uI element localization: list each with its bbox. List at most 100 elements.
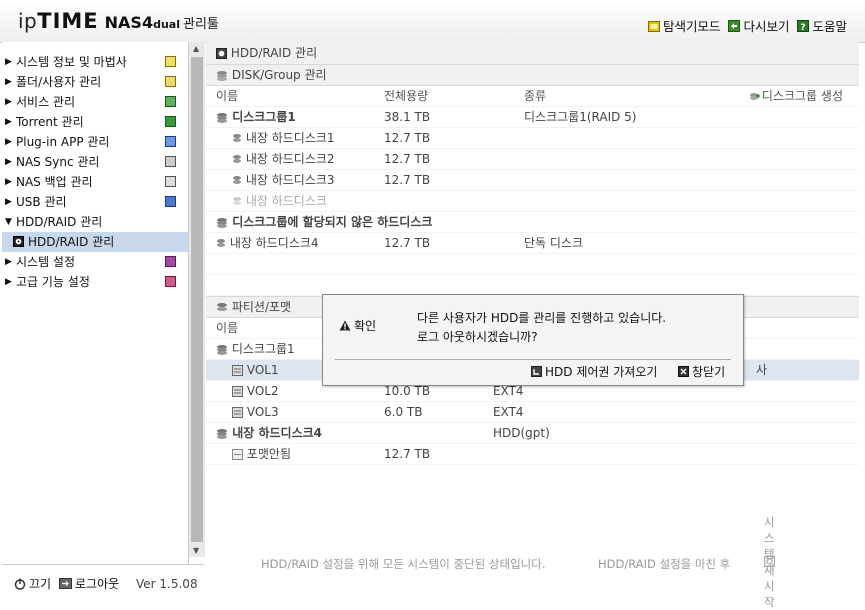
row-name: 디스크그룹에 할당되지 않은 하드디스크 <box>232 215 433 229</box>
hdd-icon <box>216 48 227 59</box>
table-row[interactable]: 내장 하드디스크2 12.7 TB <box>206 149 859 170</box>
sidebar-scrollbar[interactable]: ▲ ▼ <box>188 42 205 557</box>
folder-icon <box>647 20 660 32</box>
create-disk-group-button[interactable]: 디스크그룹 생성 <box>749 86 843 106</box>
take-control-label: HDD 제어권 가져오기 <box>545 365 658 379</box>
row-name-cell: VOL3 <box>216 402 279 422</box>
disk-stack-icon <box>217 71 227 81</box>
sidebar-item-hdd-raid-group[interactable]: ▼ HDD/RAID 관리 <box>2 212 188 232</box>
row-type: HDD(gpt) <box>493 426 550 440</box>
sidebar-item-label: Plug-in APP 관리 <box>16 135 110 149</box>
table-row[interactable]: 디스크그룹에 할당되지 않은 하드디스크 <box>206 212 859 233</box>
sidebar-item-system-info[interactable]: ▶ 시스템 정보 및 마법사 <box>2 52 188 72</box>
logo-model-name: NAS4 <box>104 13 154 32</box>
table-row[interactable]: 포맷안됨 12.7 TB <box>206 444 859 465</box>
expand-arrow-icon: ▶ <box>5 257 12 267</box>
help-label: 도움말 <box>812 19 847 34</box>
close-icon <box>678 366 689 377</box>
row-type: 사 <box>755 363 767 377</box>
sidebar-item-label: Torrent 관리 <box>16 115 84 129</box>
sidebar-item-label: 시스템 설정 <box>16 255 76 269</box>
table-row[interactable]: 내장 하드디스크4 HDD(gpt) <box>206 423 859 444</box>
expand-arrow-icon: ▶ <box>5 137 12 147</box>
sidebar-item-system-settings[interactable]: ▶ 시스템 설정 <box>2 252 188 272</box>
scroll-down-icon[interactable]: ▼ <box>193 546 199 555</box>
close-dialog-button[interactable]: 창닫기 <box>678 363 725 380</box>
scroll-up-icon[interactable]: ▲ <box>193 44 199 53</box>
disk-stack-icon <box>217 429 227 439</box>
row-capacity: 12.7 TB <box>384 173 431 187</box>
power-button[interactable]: 끄기 <box>14 575 51 592</box>
row-name: 내장 하드디스크3 <box>245 173 335 187</box>
explorer-mode-label: 탐색기모드 <box>662 19 721 34</box>
row-capacity: 6.0 TB <box>384 405 423 419</box>
refresh-label: 다시보기 <box>743 19 790 34</box>
partition-icon <box>217 303 227 311</box>
table-row[interactable]: VOL3 6.0 TB EXT4 <box>206 402 859 423</box>
table-row[interactable]: 내장 하드디스크3 12.7 TB <box>206 170 859 191</box>
table-row-empty <box>206 275 859 296</box>
restart-system-button[interactable]: 시스템 재시작 <box>764 515 775 609</box>
row-name: 디스크그룹1 <box>231 342 295 356</box>
status-footer: HDD/RAID 설정을 위해 모든 시스템이 중단된 상태입니다. HDD/R… <box>206 515 859 609</box>
row-capacity: 12.7 TB <box>384 447 431 461</box>
explorer-mode-link[interactable]: 탐색기모드 <box>647 16 721 35</box>
volume-icon <box>232 407 243 418</box>
row-name-cell: 디스크그룹1 <box>216 339 295 359</box>
sidebar-item-torrent[interactable]: ▶ Torrent 관리 <box>2 112 188 132</box>
top-links: 탐색기모드 다시보기 ? 도움말 <box>647 16 847 35</box>
expand-arrow-icon: ▶ <box>5 177 12 187</box>
expand-arrow-icon: ▶ <box>5 77 12 87</box>
volume-icon <box>232 449 243 460</box>
row-name: VOL2 <box>246 384 279 398</box>
warning-icon <box>339 320 351 331</box>
row-name-cell: 내장 하드디스크1 <box>216 128 335 148</box>
sidebar-item-advanced[interactable]: ▶ 고급 기능 설정 <box>2 272 188 292</box>
scroll-thumb[interactable] <box>191 57 203 542</box>
usb-icon <box>165 196 176 207</box>
row-name-cell: 내장 하드디스크4 <box>216 423 322 443</box>
disk-icon <box>233 176 241 184</box>
section-header: HDD/RAID 관리 <box>206 42 859 65</box>
sidebar: ▶ 시스템 정보 및 마법사 ▶ 폴더/사용자 관리 ▶ 서비스 관리 ▶ To… <box>2 42 189 564</box>
row-name-cell: 디스크그룹에 할당되지 않은 하드디스크 <box>216 212 432 232</box>
row-name-cell: 내장 하드디스크2 <box>216 149 335 169</box>
confirm-dialog: 확인 다른 사용자가 HDD를 관리를 진행하고 있습니다. 로그 아웃하시겠습… <box>322 294 744 386</box>
table-row[interactable]: 내장 하드디스크 <box>206 191 859 212</box>
sidebar-item-nas-backup[interactable]: ▶ NAS 백업 관리 <box>2 172 188 192</box>
collapse-arrow-icon: ▼ <box>5 217 12 227</box>
svg-text:?: ? <box>801 23 806 32</box>
table-row[interactable]: 내장 하드디스크4 12.7 TB 단독 디스크 <box>206 233 859 254</box>
col-capacity: 전체용량 <box>384 89 429 103</box>
col-name: 이름 <box>216 321 239 335</box>
logout-button[interactable]: 로그아웃 <box>59 575 119 592</box>
table-row[interactable]: 내장 하드디스크1 12.7 TB <box>206 128 859 149</box>
sidebar-item-folder-user[interactable]: ▶ 폴더/사용자 관리 <box>2 72 188 92</box>
expand-arrow-icon: ▶ <box>5 157 12 167</box>
sidebar-item-usb[interactable]: ▶ USB 관리 <box>2 192 188 212</box>
expand-arrow-icon: ▶ <box>5 117 12 127</box>
sidebar-item-label: 폴더/사용자 관리 <box>16 75 102 89</box>
volume-icon <box>232 365 243 376</box>
sidebar-item-service[interactable]: ▶ 서비스 관리 <box>2 92 188 112</box>
settings-icon <box>165 256 176 267</box>
help-link[interactable]: ? 도움말 <box>797 16 847 35</box>
logout-label: 로그아웃 <box>75 577 120 591</box>
logout-icon <box>59 578 72 589</box>
row-name: 내장 하드디스크 <box>245 194 327 208</box>
dialog-title-label: 확인 <box>354 319 377 333</box>
row-type: EXT4 <box>493 405 524 419</box>
advanced-icon <box>165 276 176 287</box>
power-label: 끄기 <box>29 577 52 591</box>
row-name-cell: 내장 하드디스크3 <box>216 170 335 190</box>
refresh-link[interactable]: 다시보기 <box>728 16 789 35</box>
take-control-button[interactable]: HDD 제어권 가져오기 <box>531 363 657 380</box>
table-row[interactable]: 디스크그룹1 38.1 TB 디스크그룹1(RAID 5) <box>206 107 859 128</box>
row-name: VOL3 <box>246 405 279 419</box>
sidebar-item-nas-sync[interactable]: ▶ NAS Sync 관리 <box>2 152 188 172</box>
sidebar-item-hdd-raid[interactable]: HDD/RAID 관리 <box>2 232 188 252</box>
sidebar-item-plugin[interactable]: ▶ Plug-in APP 관리 <box>2 132 188 152</box>
sidebar-item-label: HDD/RAID 관리 <box>28 235 115 249</box>
volume-icon <box>232 386 243 397</box>
folder-user-icon <box>165 76 176 87</box>
